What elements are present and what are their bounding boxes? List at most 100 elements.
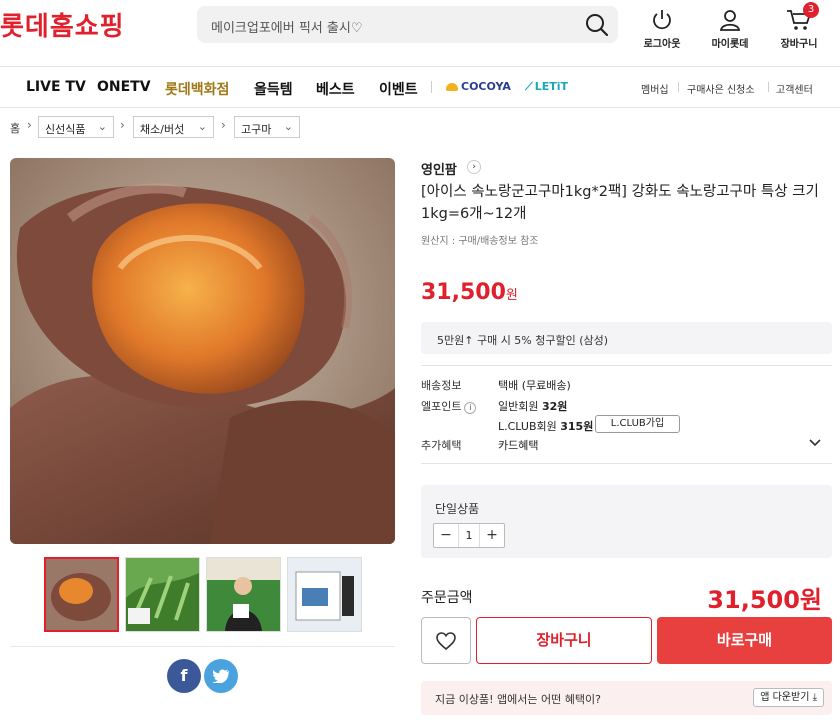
product-main-image[interactable]	[10, 158, 395, 544]
twitter-bird-icon	[212, 669, 229, 684]
nav-util-membership[interactable]: 멤버십	[641, 81, 669, 96]
app-benefit-banner: 지금 이상품! 앱에서는 어떤 혜택이? 앱 다운받기 ⤓	[421, 681, 832, 715]
quantity-increase-button[interactable]: +	[480, 524, 504, 547]
thumbnail-1[interactable]	[44, 557, 119, 632]
chevron-down-icon[interactable]	[808, 436, 822, 450]
breadcrumb-select-category[interactable]: 신선식품 ⌄	[38, 116, 114, 138]
points-regular-label: 일반회원	[498, 400, 539, 413]
shipping-value: 택배 (무료배송)	[498, 379, 571, 392]
nav-util-customer-center[interactable]: 고객센터	[776, 81, 813, 96]
search-input[interactable]: 메이크업포에버 픽서 출시♡	[211, 17, 362, 36]
site-header: 롯데홈쇼핑 메이크업포에버 픽서 출시♡ 로그아웃 마이롯데 장바구니 3	[0, 0, 840, 66]
logout-label: 로그아웃	[643, 39, 681, 50]
cart-label: 장바구니	[780, 39, 818, 50]
price-value: 31,500	[421, 280, 506, 305]
product-price: 31,500원	[421, 280, 518, 305]
chevron-down-icon: ⌄	[283, 120, 293, 133]
letit-logo-icon: ⟋	[525, 80, 533, 93]
order-total-value: 31,500원	[707, 586, 822, 614]
option-box: 단일상품 − 1 +	[421, 485, 832, 558]
breadcrumb-separator: ›	[120, 118, 125, 132]
breadcrumb-select-label: 고구마	[241, 123, 272, 136]
nav-item-live-tv[interactable]: LIVE TV	[26, 79, 86, 95]
thumbnail-farmer-image	[207, 558, 280, 631]
benefit-value: 카드혜택	[498, 439, 539, 452]
nav-brand-cocoya[interactable]: COCOYA	[446, 80, 511, 93]
breadcrumb-separator: ›	[27, 118, 32, 132]
mypage-button[interactable]: 마이롯데	[700, 8, 760, 50]
site-logo[interactable]: 롯데홈쇼핑	[0, 6, 125, 43]
main-nav: LIVE TV ONETV 롯데백화점 올득템 베스트 이벤트 COCOYA ⟋…	[0, 66, 840, 108]
nav-item-lotte-dept[interactable]: 롯데백화점	[165, 79, 229, 99]
option-label: 단일상품	[435, 502, 480, 516]
search-icon[interactable]	[584, 12, 610, 38]
user-icon	[719, 10, 741, 31]
search-bar[interactable]: 메이크업포에버 픽서 출시♡	[197, 6, 618, 43]
sweet-potato-image	[10, 158, 395, 544]
divider	[421, 463, 832, 464]
benefit-label: 추가혜택	[421, 439, 462, 452]
nav-item-best[interactable]: 베스트	[316, 79, 355, 99]
chevron-down-icon: ⌄	[97, 120, 107, 133]
quantity-stepper: − 1 +	[433, 523, 505, 548]
letit-label: LETiT	[534, 80, 569, 93]
cart-count-badge: 3	[803, 2, 819, 18]
buy-now-button[interactable]: 바로구매	[657, 617, 832, 664]
quantity-value[interactable]: 1	[458, 524, 480, 547]
nav-divider	[431, 81, 432, 93]
breadcrumb-select-item[interactable]: 고구마 ⌄	[234, 116, 300, 138]
thumbnail-3[interactable]	[206, 557, 281, 632]
app-benefit-text: 지금 이상품! 앱에서는 어떤 혜택이?	[435, 693, 601, 706]
breadcrumb-separator: ›	[221, 118, 226, 132]
twitter-share-icon[interactable]	[204, 659, 238, 693]
price-unit: 원	[505, 288, 518, 303]
power-icon	[653, 10, 671, 30]
divider	[10, 646, 395, 647]
cart-header-button[interactable]: 장바구니 3	[769, 2, 829, 50]
chevron-down-icon: ⌄	[197, 120, 207, 133]
shipping-label: 배송정보	[421, 379, 462, 392]
divider	[421, 365, 832, 366]
product-title: [아이스 속노랑군고구마1kg*2팩] 강화도 속노랑고구마 특상 크기 1kg…	[421, 184, 819, 222]
points-lclub-label: L.CLUB회원	[498, 420, 557, 433]
cocoya-logo-icon	[446, 83, 458, 91]
points-label-row: 엘포인트 i	[421, 398, 477, 414]
thumbnail-package-image	[288, 558, 361, 631]
thumbnail-sweet-potato-image	[46, 559, 117, 630]
add-to-cart-button[interactable]: 장바구니	[476, 617, 652, 664]
nav-item-onetv[interactable]: ONETV	[97, 79, 151, 95]
app-download-button[interactable]: 앱 다운받기 ⤓	[753, 688, 824, 707]
thumbnail-4[interactable]	[287, 557, 362, 632]
breadcrumb-select-label: 채소/버섯	[140, 123, 185, 136]
breadcrumb-home[interactable]: 홈	[10, 120, 20, 136]
breadcrumb-select-label: 신선식품	[45, 123, 86, 136]
mypage-label: 마이롯데	[711, 39, 749, 50]
chevron-right-icon[interactable]: ›	[467, 160, 481, 174]
seller-name[interactable]: 영인팜	[421, 159, 457, 178]
points-regular: 일반회원 32원	[498, 398, 567, 414]
card-discount-text: 5만원↑ 구매 시 5% 청구할인 (삼성)	[437, 334, 609, 347]
nav-brand-letit[interactable]: ⟋ LETiT	[525, 80, 568, 94]
nav-item-olduktem[interactable]: 올득템	[254, 79, 293, 99]
nav-util-divider	[678, 82, 679, 92]
card-discount-banner: 5만원↑ 구매 시 5% 청구할인 (삼성)	[421, 322, 832, 354]
logout-button[interactable]: 로그아웃	[632, 8, 692, 50]
points-label: 엘포인트	[421, 400, 462, 413]
wishlist-button[interactable]	[421, 617, 471, 664]
quantity-decrease-button[interactable]: −	[434, 524, 458, 547]
points-regular-value: 32원	[541, 400, 568, 413]
nav-util-divider	[768, 82, 769, 92]
breadcrumb-select-subcategory[interactable]: 채소/버섯 ⌄	[133, 116, 214, 138]
thumbnail-field-image	[126, 558, 199, 631]
nav-util-purchase-gift[interactable]: 구매사은 신청소	[687, 81, 755, 96]
order-total-label: 주문금액	[421, 590, 473, 606]
info-icon[interactable]: i	[464, 402, 477, 414]
cocoya-label: COCOYA	[461, 80, 511, 93]
lclub-join-button[interactable]: L.CLUB가입	[595, 415, 680, 433]
points-lclub: L.CLUB회원 315원	[498, 418, 593, 434]
facebook-share-icon[interactable]: f	[167, 659, 201, 693]
heart-icon	[436, 632, 456, 650]
nav-item-event[interactable]: 이벤트	[379, 79, 418, 99]
thumbnail-2[interactable]	[125, 557, 200, 632]
product-origin: 원산지 : 구매/배송정보 참조	[421, 236, 539, 247]
